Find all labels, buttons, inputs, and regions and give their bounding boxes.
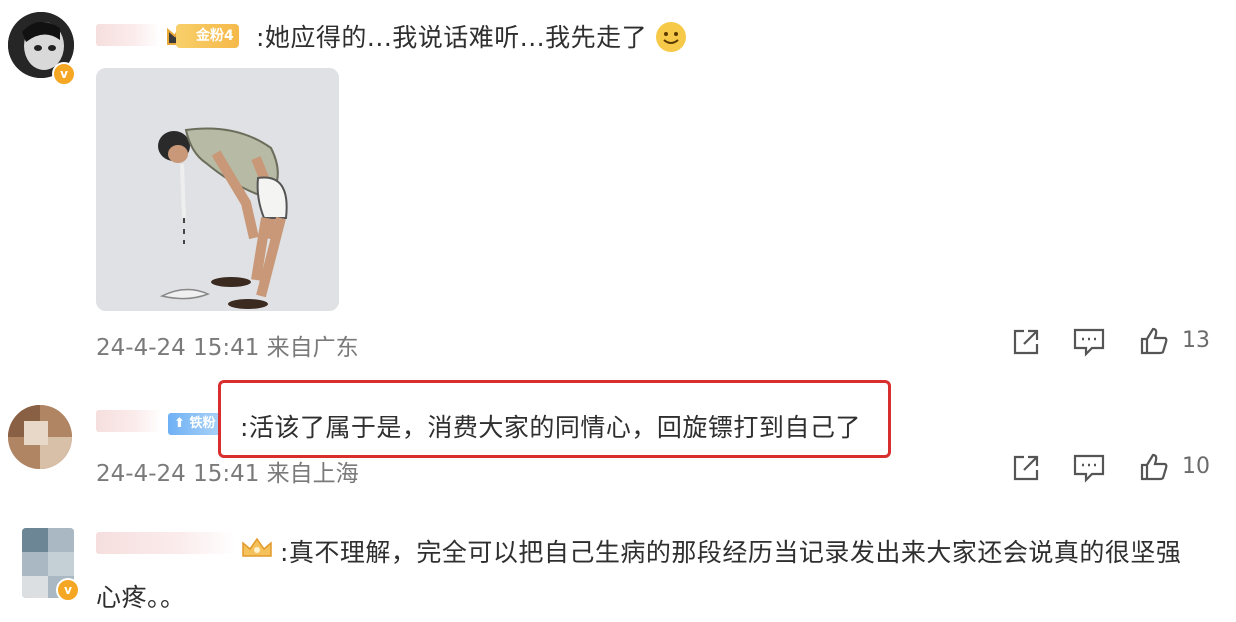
comment-3: v :真不理解，完全可以把自己生病的那段经历当记录发出来大家还会说真的很坚强 心… (0, 0, 1236, 622)
username-redacted[interactable] (96, 532, 236, 554)
comment-text-line-2: 心疼。。 (96, 583, 186, 612)
verified-badge-icon: v (56, 578, 80, 602)
comment-text-line-1: :真不理解，完全可以把自己生病的那段经历当记录发出来大家还会说真的很坚强 (280, 538, 1182, 567)
crown-icon (242, 537, 272, 557)
